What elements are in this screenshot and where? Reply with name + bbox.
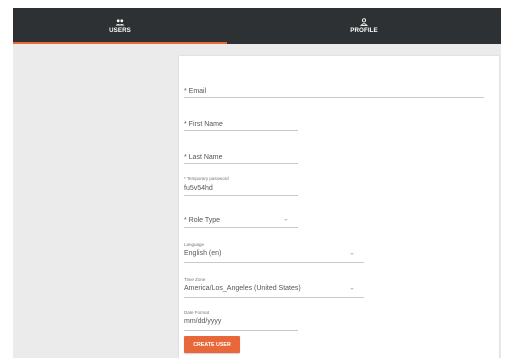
role-type-placeholder: * Role Type — [184, 217, 221, 224]
language-dropdown-icon — [350, 253, 354, 255]
language-label: Language — [184, 242, 205, 247]
create-user-form: * Email * First Name * Last Name * Tempo… — [179, 56, 499, 358]
top-nav: USERS PROFILE — [13, 8, 501, 44]
first-name-field[interactable]: * First Name — [184, 113, 298, 131]
temporary-password-underline — [184, 195, 298, 196]
time-zone-select[interactable]: Time Zone America/Los_Angeles (United St… — [184, 276, 364, 298]
language-select[interactable]: Language English (en) — [184, 241, 364, 263]
email-underline — [184, 97, 484, 98]
language-value: English (en) — [184, 250, 222, 257]
last-name-field[interactable]: * Last Name — [184, 146, 298, 164]
first-name-underline — [184, 130, 298, 131]
email-placeholder: * Email — [184, 88, 207, 95]
date-format-field[interactable]: Date Format mm/dd/yyyy — [184, 309, 298, 331]
last-name-placeholder: * Last Name — [184, 154, 223, 161]
date-format-underline — [184, 330, 298, 331]
create-user-button[interactable]: CREATE USER — [184, 336, 240, 353]
date-format-label: Date Format — [184, 310, 210, 315]
active-tab-indicator — [13, 42, 227, 44]
time-zone-dropdown-icon — [350, 288, 354, 290]
date-format-value: mm/dd/yyyy — [184, 318, 222, 325]
role-type-underline — [184, 227, 298, 228]
tab-profile-label: PROFILE — [350, 27, 378, 34]
role-type-select[interactable]: * Role Type — [184, 210, 298, 228]
tab-users[interactable]: USERS — [13, 8, 227, 44]
last-name-underline — [184, 163, 298, 164]
temporary-password-field[interactable]: * Temporary password fu5v54hd — [184, 174, 298, 196]
time-zone-underline — [184, 297, 364, 298]
temporary-password-label: * Temporary password — [184, 176, 229, 181]
role-type-dropdown-icon — [284, 219, 288, 221]
tab-users-label: USERS — [109, 26, 131, 34]
users-icon — [115, 18, 125, 25]
time-zone-label: Time Zone — [184, 277, 206, 282]
email-field[interactable]: * Email — [184, 80, 484, 98]
first-name-placeholder: * First Name — [184, 121, 223, 128]
time-zone-value: America/Los_Angeles (United States) — [184, 285, 301, 292]
app-frame: USERS PROFILE * Email * First Name * Las… — [13, 8, 501, 358]
user-icon — [360, 18, 368, 26]
tab-profile[interactable]: PROFILE — [227, 8, 501, 44]
language-underline — [184, 262, 364, 263]
temporary-password-value: fu5v54hd — [184, 185, 213, 192]
